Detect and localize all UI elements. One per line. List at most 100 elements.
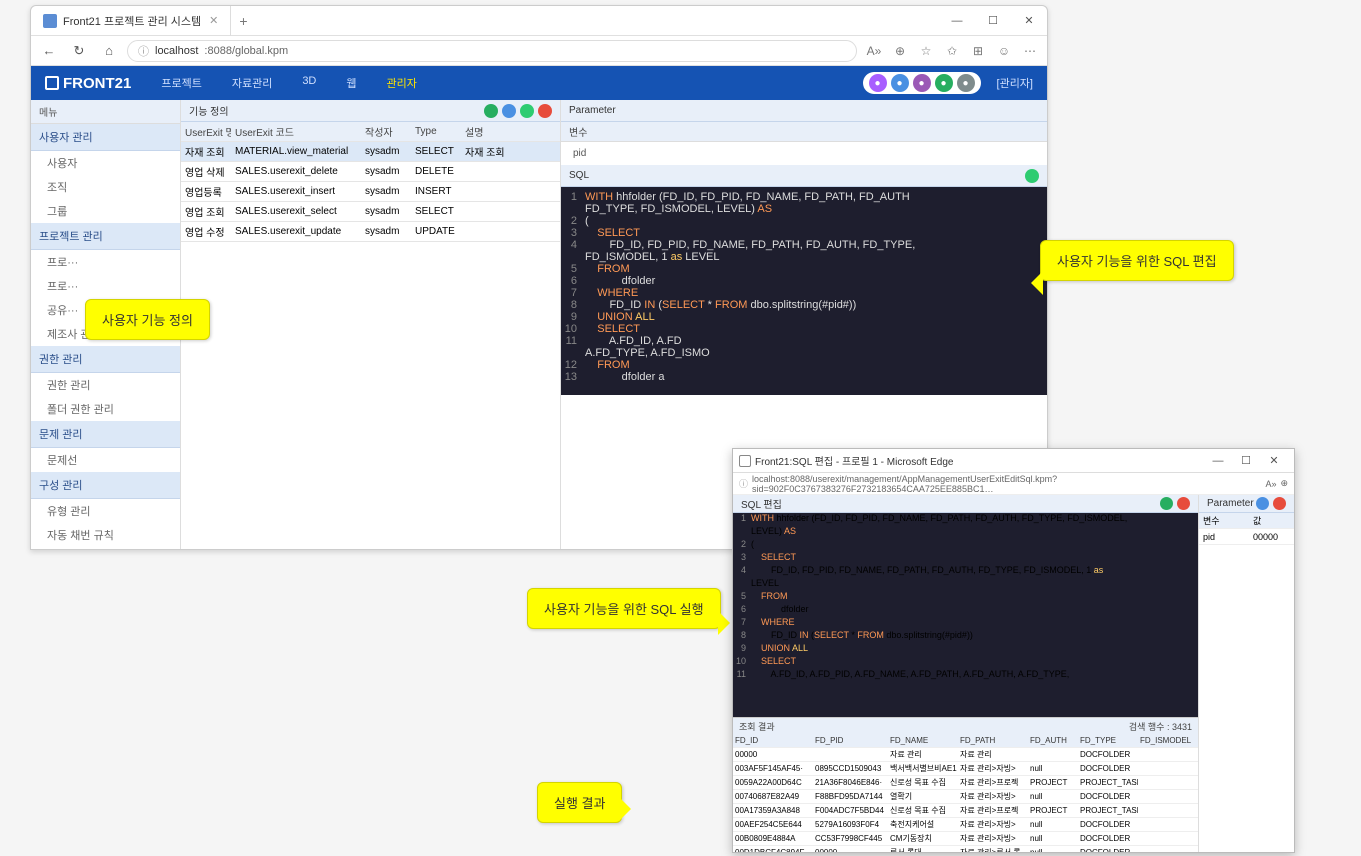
col-header[interactable]: UserExit 명 [181,124,231,139]
res-col[interactable]: FD_PID [813,736,888,745]
nav-자료관리[interactable]: 자료관리 [232,75,272,91]
delete-icon[interactable] [538,104,552,118]
sidebar-group[interactable]: 프로젝트 관리 [31,223,180,250]
popup-zoom-icon[interactable]: ⊕ [1280,478,1288,489]
sidebar-item[interactable]: 폴더 권한 관리 [31,397,180,421]
sidebar-group[interactable]: 문제 관리 [31,421,180,448]
popup-maximize[interactable]: ☐ [1232,450,1260,472]
sql-line[interactable]: 8 FD_ID IN (SELECT * FROM dbo.splitstrin… [733,630,1198,643]
sql-line[interactable]: 13 dfolder a [561,371,1047,383]
favorites-icon[interactable]: ☆ [915,40,937,62]
sql-line[interactable]: 6 dfolder [733,604,1198,617]
close-tab-icon[interactable]: ✕ [209,14,218,27]
res-row[interactable]: 003AF5F145AF45·0895CCD1509043백서백서별브비AE1자… [733,762,1198,776]
table-row[interactable]: 영업 조회SALES.userexit_selectsysadmSELECT [181,202,560,222]
refresh-button[interactable]: ↻ [67,39,91,63]
res-col[interactable]: FD_ID [733,736,813,745]
res-row[interactable]: 00D1DBCF4C894F00000류서 롤대자료 관리>류서 롤nullDO… [733,846,1198,852]
res-col[interactable]: FD_PATH [958,736,1028,745]
popup-close[interactable]: ✕ [1260,450,1288,472]
run-icon[interactable] [1160,497,1173,510]
sql-refresh-icon[interactable] [1025,169,1039,183]
results-grid[interactable]: FD_IDFD_PIDFD_NAMEFD_PATHFD_AUTHFD_TYPEF… [733,734,1198,852]
back-button[interactable]: ← [37,39,61,63]
res-row[interactable]: 00B0809E4884ACC53F7998CF445CM기동장치자료 관리>자… [733,832,1198,846]
sql-line[interactable]: FD_ISMODEL, 1 as LEVEL [561,251,1047,263]
sql-line[interactable]: A.FD_TYPE, A.FD_ISMO [561,347,1047,359]
sidebar-group[interactable]: 구성 관리 [31,472,180,499]
nav-관리자[interactable]: 관리자 [387,75,417,91]
sql-line[interactable]: 11 A.FD_ID, A.FD_PID, A.FD_NAME, A.FD_PA… [733,669,1198,682]
sql-line[interactable]: 11 A.FD_ID, A.FD [561,335,1047,347]
sql-line[interactable]: 2( [561,215,1047,227]
sql-line[interactable]: 6 dfolder [561,275,1047,287]
nav-프로젝트[interactable]: 프로젝트 [161,75,201,91]
table-row[interactable]: 영업등록SALES.userexit_insertsysadmINSERT [181,182,560,202]
sidebar-item[interactable]: 코드 관리 [31,547,180,549]
refresh-icon[interactable] [520,104,534,118]
sql-line[interactable]: 5 FROM [733,591,1198,604]
res-col[interactable]: FD_NAME [888,736,958,745]
browser-tab[interactable]: Front21 프로젝트 관리 시스템 ✕ [31,6,231,36]
sql-line[interactable]: 4 FD_ID, FD_PID, FD_NAME, FD_PATH, FD_AU… [561,239,1047,251]
col-header[interactable]: 설명 [461,124,560,139]
param-clear-icon[interactable] [1273,497,1286,510]
sql-editor[interactable]: 1WITH hhfolder (FD_ID, FD_PID, FD_NAME, … [561,187,1047,395]
sidebar-item[interactable]: 조직 [31,175,180,199]
sidebar-item[interactable]: 프로··· [31,250,180,274]
sql-line[interactable]: 9 UNION ALL [561,311,1047,323]
download-icon[interactable]: ● [935,74,953,92]
popup-url[interactable]: localhost:8088/userexit/management/AppMa… [752,474,1261,494]
maximize-button[interactable]: ☐ [975,6,1011,36]
sidebar-item[interactable]: 프로··· [31,274,180,298]
sidebar-item[interactable]: 그룹 [31,199,180,223]
col-header[interactable]: UserExit 코드 [231,124,361,139]
col-header[interactable]: 작성자 [361,124,411,139]
sql-line[interactable]: 12 FROM [561,359,1047,371]
sql-line[interactable]: 10 SELECT [561,323,1047,335]
chat-icon[interactable]: ● [869,74,887,92]
func-def-grid[interactable]: UserExit 명UserExit 코드작성자Type설명자재 조회MATER… [181,122,560,242]
profile-icon[interactable]: ☺ [993,40,1015,62]
user-icon[interactable]: ● [891,74,909,92]
popup-minimize[interactable]: — [1204,450,1232,472]
home-button[interactable]: ⌂ [97,39,121,63]
sql-line[interactable]: 8 FD_ID IN (SELECT * FROM dbo.splitstrin… [561,299,1047,311]
sidebar-item[interactable]: 자동 채번 규칙 [31,523,180,547]
url-input[interactable]: ⓘ localhost:8088/global.kpm [127,40,857,62]
res-row[interactable]: 00AEF254C5E6445279A16093F0F4축전지케어설자료 관리>… [733,818,1198,832]
sidebar-item[interactable]: 문제선 [31,448,180,472]
res-row[interactable]: 00740687E82A49F88BFD95DA7144열확기자료 관리>자빙>… [733,790,1198,804]
sql-line[interactable]: 3 SELECT [561,227,1047,239]
sql-line[interactable]: 10 SELECT [733,656,1198,669]
popup-sql-editor[interactable]: 1WITH hhfolder (FD_ID, FD_PID, FD_NAME, … [733,513,1198,717]
menu-icon[interactable]: ⋯ [1019,40,1041,62]
table-row[interactable]: 자재 조회MATERIAL.view_materialsysadmSELECT자… [181,142,560,162]
sql-line[interactable]: 2( [733,539,1198,552]
filter-icon[interactable] [1256,497,1269,510]
close-button[interactable]: ✕ [1011,6,1047,36]
sql-line[interactable]: 4 FD_ID, FD_PID, FD_NAME, FD_PATH, FD_AU… [733,565,1198,578]
popup-read-icon[interactable]: A» [1265,479,1276,489]
sql-line[interactable]: FD_TYPE, FD_ISMODEL, LEVEL) AS [561,203,1047,215]
sidebar-item[interactable]: 권한 관리 [31,373,180,397]
stop-icon[interactable] [1177,497,1190,510]
sql-line[interactable]: 3 SELECT [733,552,1198,565]
table-row[interactable]: 영업 삭제SALES.userexit_deletesysadmDELETE [181,162,560,182]
sql-line[interactable]: LEVEL [733,578,1198,591]
share-icon[interactable]: ● [913,74,931,92]
res-row[interactable]: 00A17359A3A848F004ADC7F5BD44신로성 목표 수집자료 … [733,804,1198,818]
bell-icon[interactable]: ● [957,74,975,92]
sql-line[interactable]: 5 FROM [561,263,1047,275]
sql-line[interactable]: 9 UNION ALL [733,643,1198,656]
table-row[interactable]: 영업 수정SALES.userexit_updatesysadmUPDATE [181,222,560,242]
res-row[interactable]: 0059A22A00D64C21A36F8046E846·신로성 목표 수집자료… [733,776,1198,790]
zoom-icon[interactable]: ⊕ [889,40,911,62]
sql-line[interactable]: 1WITH hhfolder (FD_ID, FD_PID, FD_NAME, … [561,191,1047,203]
sql-line[interactable]: 7 WHERE [733,617,1198,630]
nav-3D[interactable]: 3D [302,75,316,91]
res-col[interactable]: FD_TYPE [1078,736,1138,745]
sidebar-group[interactable]: 사용자 관리 [31,124,180,151]
add-icon[interactable] [502,104,516,118]
nav-웹[interactable]: 웹 [346,75,356,91]
